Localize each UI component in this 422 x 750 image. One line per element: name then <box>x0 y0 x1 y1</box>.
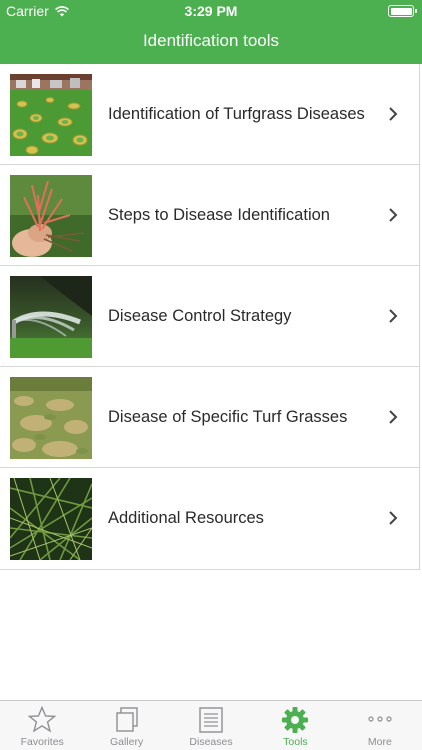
list-item-label: Disease of Specific Turf Grasses <box>108 407 348 426</box>
list-item[interactable]: Disease of Specific Turf Grasses <box>0 367 419 468</box>
list-item[interactable]: Identification of Turfgrass Diseases <box>0 64 419 165</box>
list-item-label: Additional Resources <box>108 508 264 527</box>
document-icon <box>199 707 223 733</box>
grass-closeup-thumbnail <box>10 478 92 560</box>
list-item-label: Steps to Disease Identification <box>108 205 330 224</box>
chevron-right-icon <box>389 410 398 424</box>
tab-tools[interactable]: Tools <box>253 701 337 750</box>
page-title: Identification tools <box>142 31 280 50</box>
tab-label: Diseases <box>189 736 233 748</box>
list-item[interactable]: Steps to Disease Identification <box>0 165 419 266</box>
tab-diseases[interactable]: Diseases <box>169 701 253 750</box>
list-item[interactable]: Additional Resources <box>0 468 419 569</box>
tab-more[interactable]: More <box>338 701 422 750</box>
status-time: 3:29 PM <box>184 3 238 19</box>
list-item-label: Identification of Turfgrass Diseases <box>108 104 365 123</box>
list-item[interactable]: Disease Control Strategy <box>0 266 419 367</box>
gear-icon <box>282 707 309 733</box>
battery-icon <box>388 5 417 17</box>
tab-gallery[interactable]: Gallery <box>84 701 168 750</box>
tools-list: Identification of Turfgrass Diseases Ste… <box>0 64 420 570</box>
gallery-icon <box>115 707 138 732</box>
brown-patch-thumbnail <box>10 377 92 459</box>
tab-label: Tools <box>283 736 308 748</box>
list-item-label: Disease Control Strategy <box>108 306 292 325</box>
more-icon <box>368 716 392 722</box>
sprinkler-thumbnail <box>10 276 92 358</box>
chevron-right-icon <box>389 208 398 222</box>
turf-patches-thumbnail <box>10 74 92 156</box>
tab-label: Gallery <box>109 736 144 748</box>
tab-label: Favorites <box>20 736 64 748</box>
star-icon <box>28 706 57 733</box>
tab-label: More <box>367 736 392 748</box>
tab-favorites[interactable]: Favorites <box>0 701 84 750</box>
chevron-right-icon <box>389 309 398 323</box>
status-bar: Carrier 3:29 PM <box>0 0 422 22</box>
chevron-right-icon <box>389 107 398 121</box>
top-bar: Carrier 3:29 PM Identification tools <box>0 0 422 64</box>
pink-thread-thumbnail <box>10 175 92 257</box>
chevron-right-icon <box>389 511 398 525</box>
tab-bar: Favorites Gallery Diseases Tools More <box>0 700 422 750</box>
